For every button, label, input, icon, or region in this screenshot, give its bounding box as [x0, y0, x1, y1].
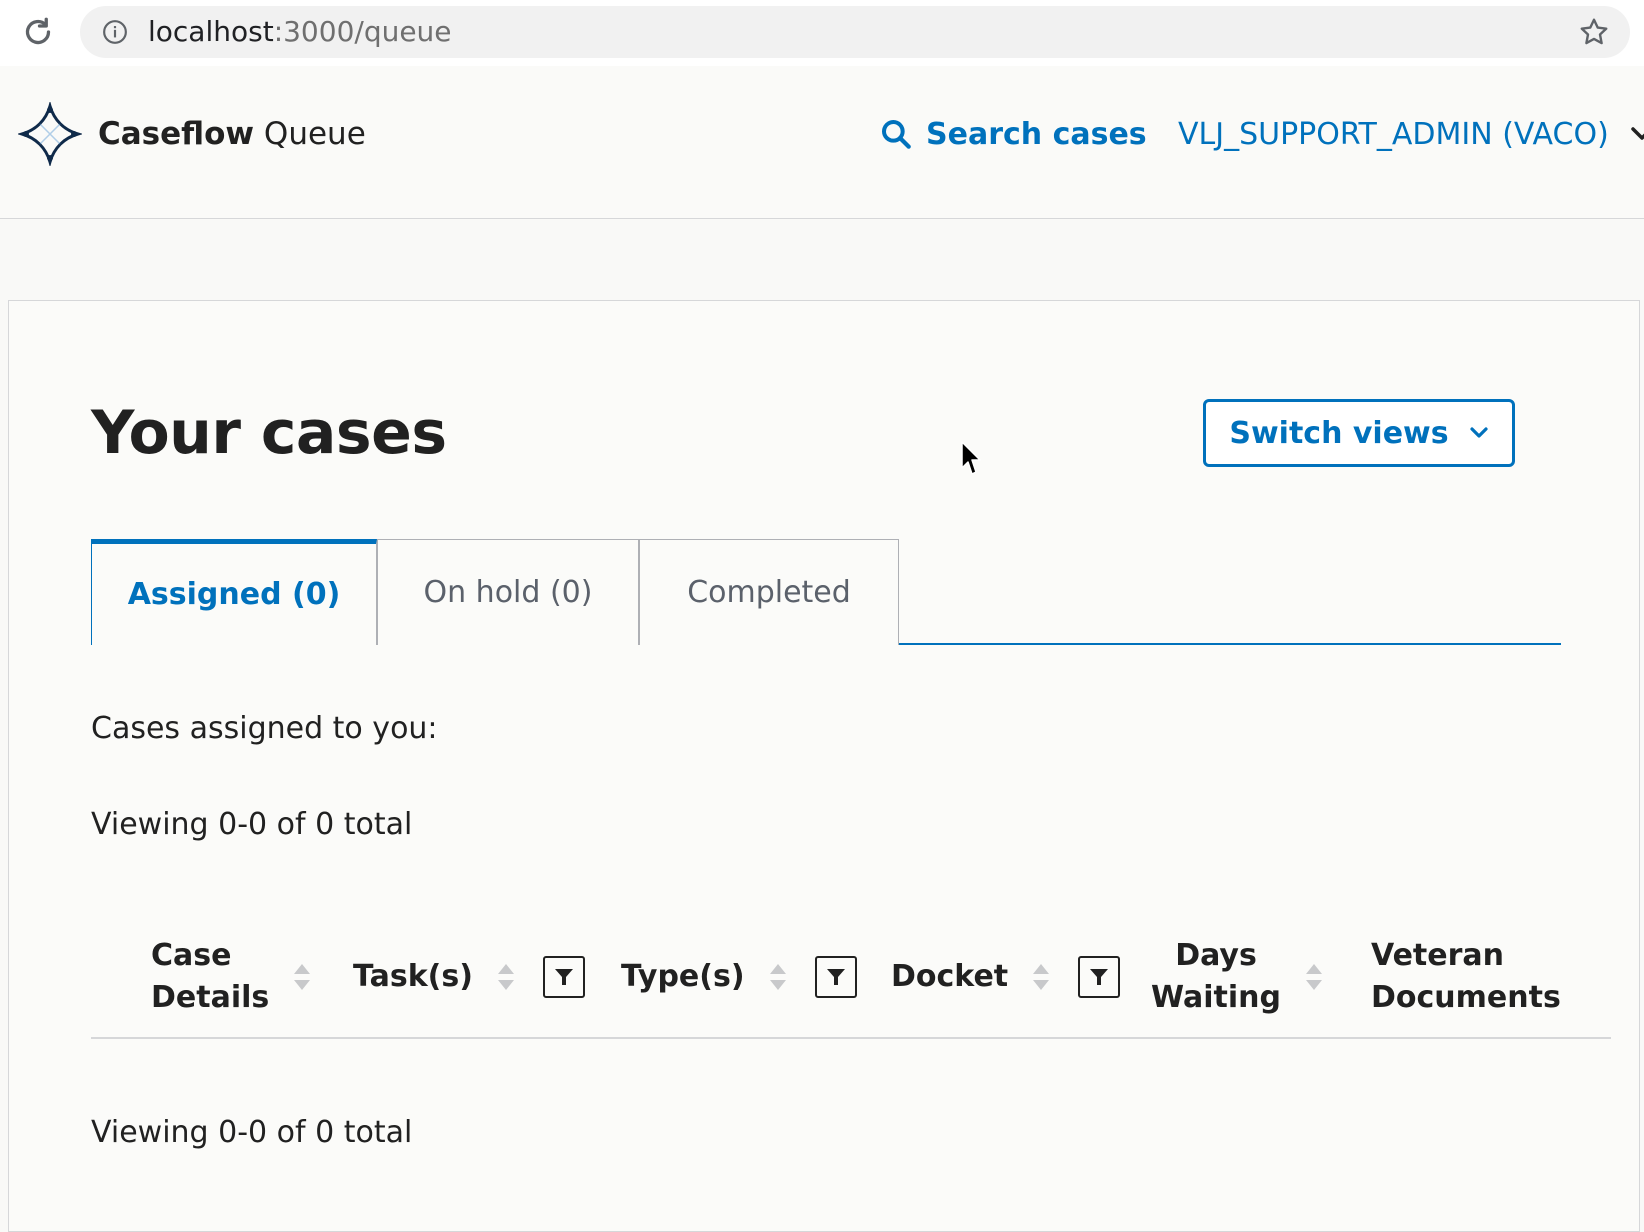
cases-table-header: Case Details Task(s) Type(s) Docket Days… [91, 921, 1611, 1033]
chevron-down-icon [1631, 127, 1644, 140]
sort-icon[interactable] [291, 961, 313, 993]
address-bar[interactable]: localhost:3000/queue [80, 6, 1630, 58]
url-text[interactable]: localhost:3000/queue [148, 17, 452, 47]
sort-icon[interactable] [767, 961, 789, 993]
bookmark-star-icon[interactable] [1578, 16, 1610, 48]
column-header-label: Docket [891, 959, 1009, 994]
sort-icon[interactable] [1030, 961, 1052, 993]
reload-icon [25, 17, 51, 45]
filter-icon [826, 969, 845, 985]
cases-intro-text: Cases assigned to you: [91, 711, 438, 746]
filter-icon [1090, 969, 1109, 985]
search-cases-link[interactable]: Search cases [880, 114, 1147, 154]
caseflow-logo-icon[interactable] [18, 102, 82, 166]
column-label-line1: Days [1175, 938, 1257, 973]
app-brand: Caseflow [98, 116, 255, 152]
types-filter-button[interactable] [814, 956, 857, 998]
search-icon [882, 120, 911, 149]
app-title[interactable]: Caseflow Queue [98, 114, 366, 154]
app-name: Queue [263, 116, 366, 152]
column-types: Type(s) [621, 921, 857, 1033]
sort-icon[interactable] [1303, 961, 1325, 993]
column-header-label: Days Waiting [1151, 935, 1281, 1019]
queue-card: Your cases Switch views Assigned (0) On … [8, 300, 1640, 1232]
chevron-down-icon [1470, 427, 1488, 438]
switch-views-button[interactable]: Switch views [1203, 399, 1515, 467]
url-path: :3000/queue [273, 15, 452, 48]
search-cases-label: Search cases [926, 116, 1147, 152]
browser-toolbar: localhost:3000/queue [0, 0, 1644, 67]
column-veteran-documents: Veteran Documents [1371, 921, 1561, 1033]
user-dropdown[interactable]: VLJ_SUPPORT_ADMIN (VACO) [1178, 114, 1644, 154]
docket-filter-button[interactable] [1078, 956, 1121, 998]
column-header-label: Type(s) [621, 959, 745, 994]
filter-icon [554, 969, 573, 985]
tab-completed[interactable]: Completed [639, 539, 899, 645]
sort-icon[interactable] [495, 961, 517, 993]
info-icon[interactable] [102, 19, 128, 45]
pagination-summary-bottom: Viewing 0-0 of 0 total [91, 1115, 413, 1150]
tab-assigned[interactable]: Assigned (0) [91, 539, 377, 645]
tab-on-hold[interactable]: On hold (0) [377, 539, 639, 645]
column-docket: Docket [891, 921, 1121, 1033]
column-label-line2: Documents [1371, 980, 1561, 1015]
url-host: localhost [148, 15, 274, 48]
queue-tabs: Assigned (0) On hold (0) Completed [91, 539, 1561, 645]
tasks-filter-button[interactable] [542, 956, 585, 998]
column-label-line2: Details [151, 980, 270, 1015]
column-label-line1: Case [151, 938, 232, 973]
column-days-waiting: Days Waiting [1151, 921, 1325, 1033]
column-label-line2: Waiting [1151, 980, 1282, 1015]
reload-button[interactable] [20, 14, 56, 50]
table-header-divider [91, 1037, 1611, 1039]
switch-views-label: Switch views [1229, 415, 1449, 451]
pagination-summary-top: Viewing 0-0 of 0 total [91, 807, 413, 842]
column-case-details: Case Details [151, 921, 313, 1033]
user-label: VLJ_SUPPORT_ADMIN (VACO) [1178, 116, 1609, 152]
column-label-line1: Veteran [1371, 938, 1505, 973]
column-header-label: Task(s) [353, 959, 473, 994]
app-header: Caseflow Queue Search cases VLJ_SUPPORT_… [0, 66, 1644, 219]
mouse-cursor-icon [961, 441, 981, 475]
column-header-label: Case Details [151, 935, 269, 1019]
page-title: Your cases [91, 398, 447, 468]
column-header-label: Veteran Documents [1371, 935, 1561, 1019]
column-tasks: Task(s) [353, 921, 585, 1033]
